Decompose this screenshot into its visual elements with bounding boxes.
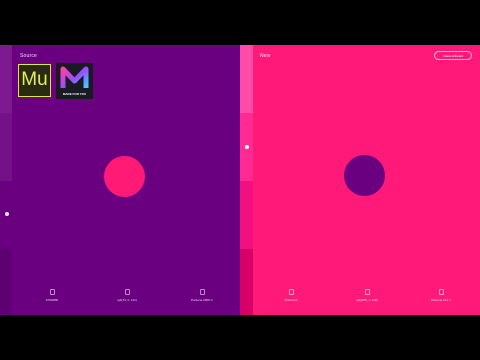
new-color-values: #FF1A7A rgb(255, 1, 119) Pantone 213 C <box>253 289 480 307</box>
source-color-values: #76008D rgb(74, 0, 141) Pantone 2665 C <box>0 289 240 307</box>
shade-swatch[interactable] <box>0 45 12 113</box>
source-color-circle <box>104 156 145 197</box>
adobe-muse-logo: Mu <box>18 64 51 97</box>
copy-icon <box>49 289 55 295</box>
copy-icon <box>438 289 444 295</box>
logo-caption: MADE FOR YOU <box>62 92 87 96</box>
logo-text: Mu <box>21 69 48 90</box>
shade-swatch[interactable] <box>0 113 12 181</box>
copy-icon <box>124 289 130 295</box>
new-panel: New Share Artboard #FF1A7A rgb(255, 1, 1… <box>253 45 480 315</box>
slider-handle[interactable] <box>245 145 249 149</box>
pantone-value[interactable]: Pantone 2665 C <box>187 289 217 302</box>
shade-swatch[interactable] <box>240 181 253 249</box>
slider-handle[interactable] <box>5 212 9 216</box>
share-artboard-button[interactable]: Share Artboard <box>434 51 472 60</box>
source-title: Source <box>20 53 38 59</box>
copy-icon <box>288 289 294 295</box>
shade-swatch[interactable] <box>240 249 253 315</box>
new-title: New <box>260 53 271 59</box>
copy-icon <box>364 289 370 295</box>
copy-icon <box>199 289 205 295</box>
pantone-value[interactable]: Pantone 213 C <box>426 289 456 302</box>
source-panel: Source Mu MADE FOR YOU #76008D rgb(74, 0… <box>0 45 240 315</box>
made-for-you-logo: MADE FOR YOU <box>56 63 93 99</box>
rgb-value[interactable]: rgb(255, 1, 119) <box>352 289 382 302</box>
app-window: Source Mu MADE FOR YOU #76008D rgb(74, 0… <box>0 0 480 360</box>
hex-value[interactable]: #76008D <box>37 289 67 302</box>
rgb-value[interactable]: rgb(74, 0, 141) <box>112 289 142 302</box>
shade-slider[interactable] <box>240 45 253 315</box>
new-color-circle <box>344 155 385 196</box>
hex-value[interactable]: #FF1A7A <box>276 289 306 302</box>
m-letter-icon <box>60 66 89 88</box>
shade-swatch[interactable] <box>240 45 253 113</box>
